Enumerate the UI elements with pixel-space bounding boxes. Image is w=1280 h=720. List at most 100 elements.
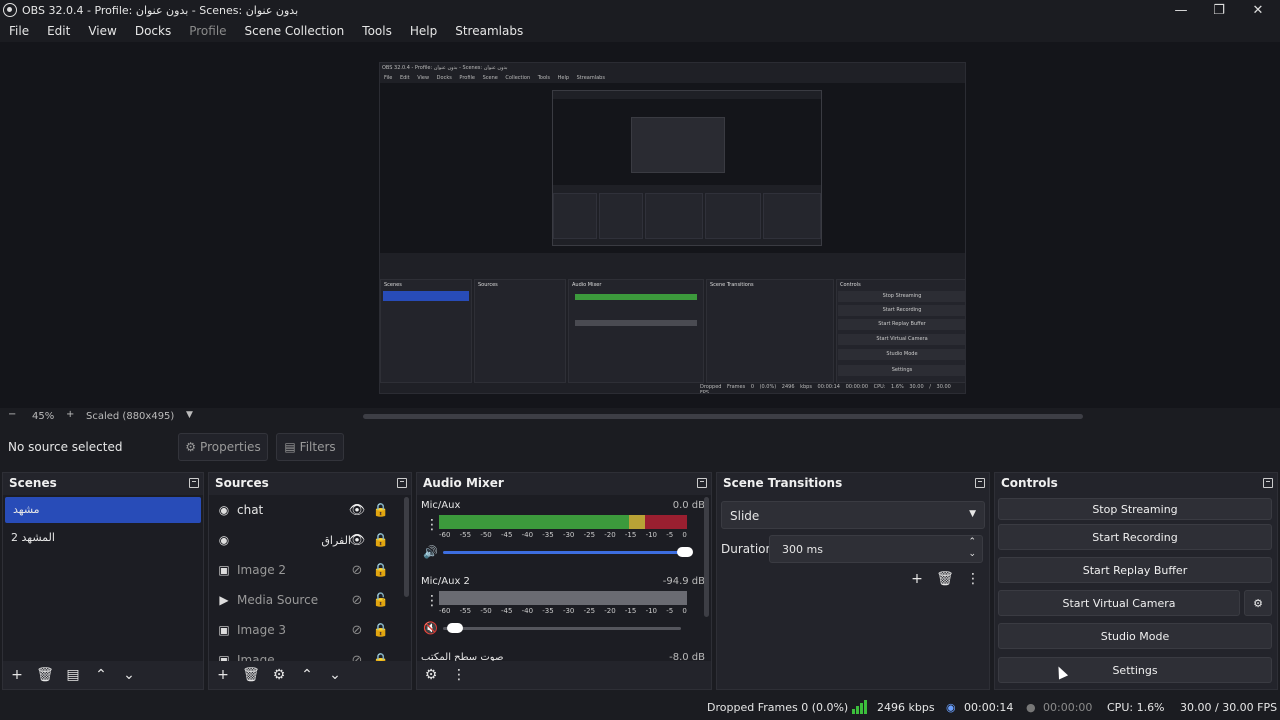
add-transition-icon[interactable]: + bbox=[903, 565, 931, 593]
move-down-icon[interactable]: ⌄ bbox=[115, 661, 143, 689]
source-properties-icon[interactable]: ⚙ bbox=[265, 661, 293, 689]
menu-view[interactable]: View bbox=[79, 24, 125, 38]
zoom-level: 45% bbox=[32, 411, 55, 422]
scene-item[interactable]: المشهد 2 bbox=[3, 525, 203, 551]
eye-icon[interactable]: 👁 bbox=[349, 532, 366, 548]
close-button[interactable]: ✕ bbox=[1239, 0, 1277, 20]
add-scene-icon[interactable]: + bbox=[3, 661, 31, 689]
start-replay-buffer-button[interactable]: Start Replay Buffer bbox=[998, 557, 1272, 583]
scene-filters-icon[interactable]: ▤ bbox=[59, 661, 87, 689]
transition-value: Slide bbox=[730, 509, 760, 523]
image-icon: ▣ bbox=[218, 653, 230, 661]
duration-spinbox[interactable]: 300 ms ⌃ ⌄ bbox=[769, 535, 983, 563]
transition-select[interactable]: Slide ▼ bbox=[721, 501, 985, 529]
undock-icon[interactable] bbox=[189, 478, 199, 488]
mixer-scrollbar[interactable] bbox=[704, 497, 709, 617]
source-item[interactable]: ◉ الفراق 👁 🔒 bbox=[209, 525, 411, 555]
lock-icon[interactable]: 🔒 bbox=[373, 622, 389, 638]
move-down-icon[interactable]: ⌄ bbox=[321, 661, 349, 689]
lock-icon[interactable]: 🔒 bbox=[373, 502, 389, 518]
menu-file[interactable]: File bbox=[0, 24, 38, 38]
move-up-icon[interactable]: ⌃ bbox=[293, 661, 321, 689]
undock-icon[interactable] bbox=[1263, 478, 1273, 488]
sources-scrollbar[interactable] bbox=[404, 497, 409, 597]
scenes-list: مشهد المشهد 2 bbox=[3, 495, 203, 661]
undock-icon[interactable] bbox=[397, 478, 407, 488]
source-item[interactable]: ▣ Image ⊘ 🔒 bbox=[209, 645, 411, 662]
volume-slider[interactable] bbox=[443, 627, 681, 630]
maximize-button[interactable]: ❐ bbox=[1200, 0, 1238, 20]
studio-mode-button[interactable]: Studio Mode bbox=[998, 623, 1272, 649]
transition-menu-icon[interactable]: ⋮ bbox=[959, 565, 987, 593]
chevron-down-icon: ▼ bbox=[969, 509, 976, 519]
lock-icon[interactable]: 🔒 bbox=[373, 532, 389, 548]
spin-up-icon[interactable]: ⌃ bbox=[968, 537, 976, 547]
remove-transition-icon[interactable]: 🗑 bbox=[931, 565, 959, 593]
spin-down-icon[interactable]: ⌄ bbox=[968, 549, 976, 559]
scale-mode: Scaled (880x495) bbox=[86, 411, 175, 422]
settings-button[interactable]: Settings bbox=[998, 657, 1272, 683]
undock-icon[interactable] bbox=[697, 478, 707, 488]
source-name: Media Source bbox=[237, 593, 319, 607]
volume-knob[interactable] bbox=[447, 623, 463, 633]
menu-help[interactable]: Help bbox=[401, 24, 446, 38]
scene-item[interactable]: مشهد bbox=[5, 497, 201, 523]
source-item[interactable]: ▶ Media Source ⊘ 🔓 bbox=[209, 585, 411, 615]
channel-db: -8.0 dB bbox=[669, 652, 705, 661]
menu-docks[interactable]: Docks bbox=[126, 24, 180, 38]
mixer-menu-icon[interactable]: ⋮ bbox=[445, 661, 473, 689]
minimize-button[interactable]: — bbox=[1162, 0, 1200, 20]
eye-icon[interactable]: 👁 bbox=[349, 502, 366, 518]
menu-profile[interactable]: Profile bbox=[180, 24, 235, 38]
source-item[interactable]: ◉ chat 👁 🔒 bbox=[209, 495, 411, 525]
speaker-icon[interactable]: 🔊 bbox=[423, 545, 438, 559]
menu-scene-collection[interactable]: Scene Collection bbox=[236, 24, 354, 38]
nested-virtual-camera: Start Virtual Camera bbox=[838, 334, 965, 345]
gear-icon: ⚙ bbox=[185, 440, 197, 454]
properties-button[interactable]: ⚙ Properties bbox=[178, 433, 268, 461]
muted-speaker-icon[interactable]: 🔇 bbox=[423, 621, 438, 635]
lock-icon[interactable]: 🔒 bbox=[373, 652, 389, 662]
zoom-in-button[interactable]: + bbox=[66, 409, 74, 420]
preview-hscrollbar[interactable] bbox=[363, 414, 1083, 419]
advanced-audio-icon[interactable]: ⚙ bbox=[417, 661, 445, 689]
menu-streamlabs[interactable]: Streamlabs bbox=[446, 24, 532, 38]
start-virtual-camera-button[interactable]: Start Virtual Camera bbox=[998, 590, 1240, 616]
start-recording-button[interactable]: Start Recording bbox=[998, 524, 1272, 550]
volume-knob[interactable] bbox=[677, 547, 693, 557]
zoom-out-button[interactable]: − bbox=[8, 409, 16, 420]
eye-hidden-icon[interactable]: ⊘ bbox=[349, 562, 365, 578]
unlock-icon[interactable]: 🔓 bbox=[373, 592, 389, 608]
eye-hidden-icon[interactable]: ⊘ bbox=[349, 592, 365, 608]
move-up-icon[interactable]: ⌃ bbox=[87, 661, 115, 689]
meter-green bbox=[439, 515, 629, 529]
source-item[interactable]: ▣ Image 2 ⊘ 🔒 bbox=[209, 555, 411, 585]
sources-dock: Sources ◉ chat 👁 🔒 ◉ الفراق 👁 🔒 ▣ Image 2 … bbox=[208, 472, 412, 690]
level-meter bbox=[439, 591, 687, 605]
mixer-channel: Mic/Aux 0.0 dB ⋮ -60 -55 -50 -45 -40 -35 -30 -2… bbox=[417, 495, 711, 571]
level-meter bbox=[439, 515, 687, 529]
deep-dock-2 bbox=[599, 193, 643, 239]
lock-icon[interactable]: 🔒 bbox=[373, 562, 389, 578]
menu-tools[interactable]: Tools bbox=[353, 24, 401, 38]
scale-dropdown-icon[interactable]: ▼ bbox=[186, 410, 193, 420]
channel-menu-icon[interactable]: ⋮ bbox=[425, 517, 439, 533]
menu-edit[interactable]: Edit bbox=[38, 24, 79, 38]
channel-db: -94.9 dB bbox=[662, 576, 705, 587]
remove-source-icon[interactable]: 🗑 bbox=[237, 661, 265, 689]
deep-dock-3 bbox=[645, 193, 703, 239]
filters-label: Filters bbox=[299, 440, 336, 454]
add-source-icon[interactable]: + bbox=[209, 661, 237, 689]
volume-slider[interactable] bbox=[443, 551, 681, 554]
source-item[interactable]: ▣ Image 3 ⊘ 🔒 bbox=[209, 615, 411, 645]
undock-icon[interactable] bbox=[975, 478, 985, 488]
channel-menu-icon[interactable]: ⋮ bbox=[425, 593, 439, 609]
stop-streaming-button[interactable]: Stop Streaming bbox=[998, 498, 1272, 520]
remove-scene-icon[interactable]: 🗑 bbox=[31, 661, 59, 689]
filters-button[interactable]: ▤ Filters bbox=[276, 433, 344, 461]
controls-title: Controls bbox=[1001, 476, 1058, 490]
eye-hidden-icon[interactable]: ⊘ bbox=[349, 652, 365, 662]
virtual-camera-settings-icon[interactable]: ⚙ bbox=[1244, 590, 1272, 616]
scenes-title: Scenes bbox=[9, 476, 57, 490]
eye-hidden-icon[interactable]: ⊘ bbox=[349, 622, 365, 638]
